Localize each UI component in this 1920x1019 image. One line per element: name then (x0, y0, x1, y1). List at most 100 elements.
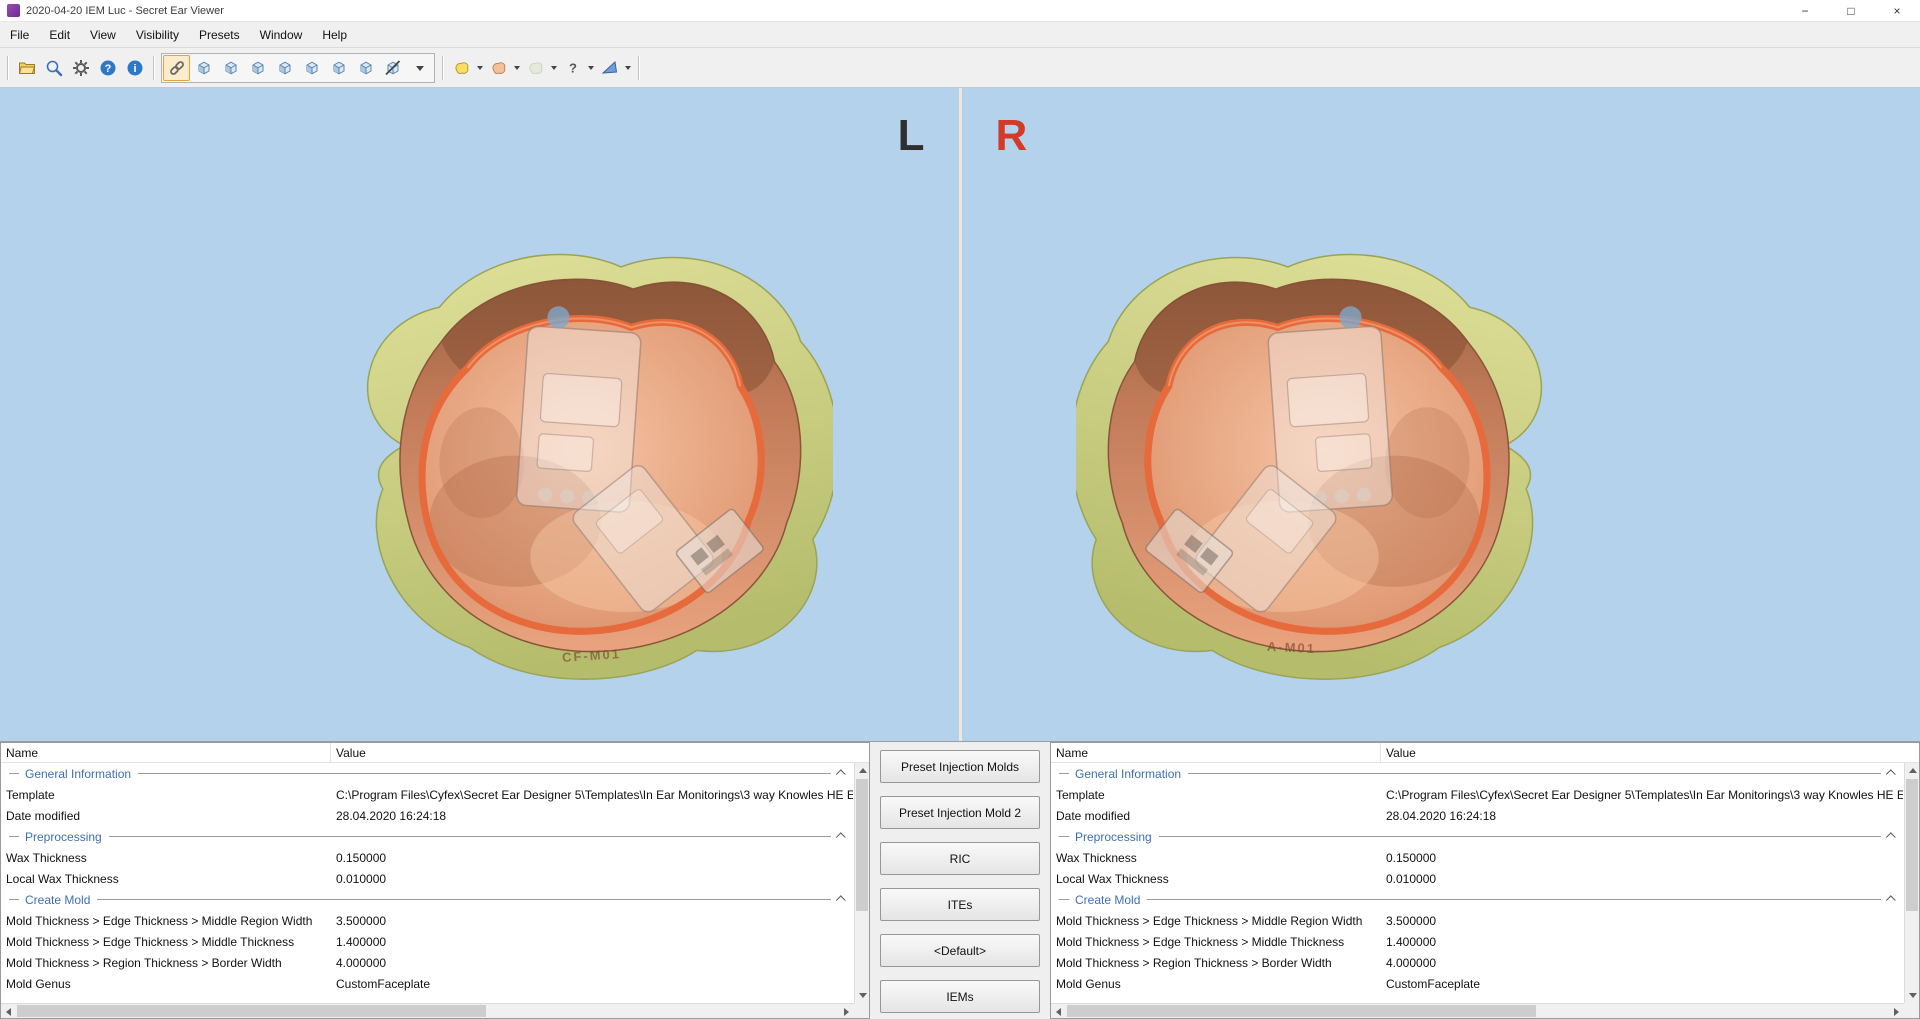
property-name: Mold Thickness > Edge Thickness > Middle… (1, 914, 331, 928)
right-ear-model[interactable] (1076, 188, 1621, 693)
property-row[interactable]: Mold GenusCustomFaceplate (1, 973, 853, 994)
menu-visibility[interactable]: Visibility (126, 22, 189, 47)
mold-visibility-dropdown-icon[interactable] (512, 55, 522, 81)
collapse-chevron-icon[interactable] (1886, 895, 1896, 905)
collapse-chevron-icon[interactable] (1886, 769, 1896, 779)
property-row[interactable]: Local Wax Thickness0.010000 (1, 868, 853, 889)
collapse-chevron-icon[interactable] (836, 832, 846, 842)
property-row[interactable]: Mold Thickness > Edge Thickness > Middle… (1051, 910, 1903, 931)
menu-window[interactable]: Window (250, 22, 313, 47)
vertical-scrollbar[interactable] (1904, 763, 1919, 1003)
scroll-down-icon[interactable] (1905, 988, 1920, 1003)
section-header-row[interactable]: General Information (1051, 763, 1903, 784)
clip-plane-icon[interactable] (596, 55, 623, 81)
property-row[interactable]: TemplateC:\Program Files\Cyfex\Secret Ea… (1051, 784, 1903, 805)
property-row[interactable]: Wax Thickness0.150000 (1, 847, 853, 868)
column-header-name[interactable]: Name (1, 743, 331, 762)
viewport-right[interactable]: R A-M01 (962, 88, 1920, 741)
maximize-button[interactable]: □ (1828, 0, 1874, 21)
link-views-icon[interactable] (163, 55, 190, 81)
scroll-right-icon[interactable] (839, 1004, 854, 1019)
close-button[interactable]: × (1874, 0, 1920, 21)
scrollbar-thumb[interactable] (17, 1005, 486, 1017)
preset-button-preset-injection-molds[interactable]: Preset Injection Molds (880, 750, 1040, 783)
clip-plane-dropdown-icon[interactable] (623, 55, 633, 81)
preset-button-preset-injection-mold-2[interactable]: Preset Injection Mold 2 (880, 796, 1040, 829)
property-row[interactable]: Mold Thickness > Edge Thickness > Middle… (1, 931, 853, 952)
view-presets-overflow-icon[interactable] (406, 55, 433, 81)
property-row[interactable]: Local Wax Thickness0.010000 (1051, 868, 1903, 889)
mold-visibility-icon[interactable] (485, 55, 512, 81)
shell-visibility-icon[interactable] (448, 55, 475, 81)
left-ear-model[interactable] (288, 188, 833, 693)
section-header-row[interactable]: Preprocessing (1051, 826, 1903, 847)
scroll-right-icon[interactable] (1889, 1004, 1904, 1019)
scrollbar-thumb[interactable] (1906, 779, 1918, 911)
preset-button-ric[interactable]: RIC (880, 842, 1040, 875)
property-row[interactable]: Mold Thickness > Edge Thickness > Middle… (1051, 931, 1903, 952)
property-row[interactable]: TemplateC:\Program Files\Cyfex\Secret Ea… (1, 784, 853, 805)
view-cube-left-icon[interactable] (244, 55, 271, 81)
shell-visibility-dropdown-icon[interactable] (475, 55, 485, 81)
property-value: C:\Program Files\Cyfex\Secret Ear Design… (331, 788, 853, 802)
measurement-icon[interactable] (379, 55, 406, 81)
scroll-up-icon[interactable] (1905, 763, 1920, 778)
menu-file[interactable]: File (0, 22, 39, 47)
view-cube-back-icon[interactable] (217, 55, 244, 81)
info-icon[interactable]: i (121, 55, 148, 81)
scrollbar-thumb[interactable] (1067, 1005, 1536, 1017)
section-header-row[interactable]: Create Mold (1, 889, 853, 910)
property-name: Date modified (1051, 809, 1381, 823)
property-row[interactable]: Mold Thickness > Region Thickness > Bord… (1, 952, 853, 973)
collapse-chevron-icon[interactable] (1886, 832, 1896, 842)
scroll-down-icon[interactable] (855, 988, 870, 1003)
horizontal-scrollbar[interactable] (1051, 1003, 1904, 1018)
section-header-row[interactable]: Preprocessing (1, 826, 853, 847)
vertical-scrollbar[interactable] (854, 763, 869, 1003)
view-cube-right-icon[interactable] (271, 55, 298, 81)
scroll-left-icon[interactable] (1051, 1004, 1066, 1019)
property-row[interactable]: Date modified28.04.2020 16:24:18 (1, 805, 853, 826)
scroll-left-icon[interactable] (1, 1004, 16, 1019)
section-header-row[interactable]: Create Mold (1051, 889, 1903, 910)
view-cube-front-icon[interactable] (190, 55, 217, 81)
collapse-chevron-icon[interactable] (836, 895, 846, 905)
property-row[interactable]: Date modified28.04.2020 16:24:18 (1051, 805, 1903, 826)
wax-visibility-icon[interactable] (522, 55, 549, 81)
open-file-icon[interactable] (13, 55, 40, 81)
menu-view[interactable]: View (80, 22, 126, 47)
menu-presets[interactable]: Presets (189, 22, 250, 47)
scroll-up-icon[interactable] (855, 763, 870, 778)
menu-edit[interactable]: Edit (39, 22, 80, 47)
horizontal-scrollbar[interactable] (1, 1003, 854, 1018)
section-header-row[interactable]: General Information (1, 763, 853, 784)
preset-button-default[interactable]: <Default> (880, 934, 1040, 967)
property-name: Template (1051, 788, 1381, 802)
svg-text:?: ? (104, 63, 111, 75)
view-cube-bottom-icon[interactable] (325, 55, 352, 81)
property-row[interactable]: Mold GenusCustomFaceplate (1051, 973, 1903, 994)
section-title: Preprocessing (25, 830, 102, 844)
property-row[interactable]: Mold Thickness > Edge Thickness > Middle… (1, 910, 853, 931)
scrollbar-thumb[interactable] (856, 779, 868, 911)
view-cube-iso-icon[interactable] (352, 55, 379, 81)
viewport-left[interactable]: L CF-M01 (0, 88, 959, 741)
property-row[interactable]: Wax Thickness0.150000 (1051, 847, 1903, 868)
column-header-name[interactable]: Name (1051, 743, 1381, 762)
settings-gear-icon[interactable] (67, 55, 94, 81)
collapse-chevron-icon[interactable] (836, 769, 846, 779)
preset-button-ites[interactable]: ITEs (880, 888, 1040, 921)
context-help-icon[interactable]: ? (559, 55, 586, 81)
zoom-icon[interactable] (40, 55, 67, 81)
menu-help[interactable]: Help (312, 22, 357, 47)
property-row[interactable]: Mold Thickness > Region Thickness > Bord… (1051, 952, 1903, 973)
wax-visibility-dropdown-icon[interactable] (549, 55, 559, 81)
context-help-dropdown-icon[interactable] (586, 55, 596, 81)
view-cube-top-icon[interactable] (298, 55, 325, 81)
column-header-value[interactable]: Value (331, 743, 853, 762)
help-icon[interactable]: ? (94, 55, 121, 81)
preset-button-iems[interactable]: IEMs (880, 980, 1040, 1013)
column-header-value[interactable]: Value (1381, 743, 1903, 762)
property-name: Mold Thickness > Region Thickness > Bord… (1051, 956, 1381, 970)
minimize-button[interactable]: − (1782, 0, 1828, 21)
